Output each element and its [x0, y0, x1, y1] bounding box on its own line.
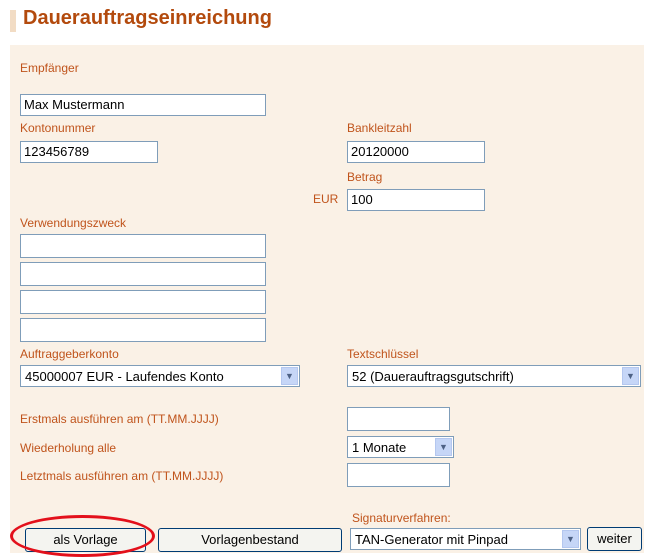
signaturverfahren-selected: TAN-Generator mit Pinpad: [355, 532, 508, 547]
bankleitzahl-label: Bankleitzahl: [347, 121, 412, 135]
chevron-down-icon[interactable]: ▼: [622, 367, 639, 385]
empfaenger-input[interactable]: Max Mustermann: [20, 94, 266, 116]
empfaenger-label: Empfänger: [20, 61, 79, 75]
verwendungszweck-input-2[interactable]: [20, 262, 266, 286]
auftraggeberkonto-select[interactable]: 45000007 EUR - Laufendes Konto ▼: [20, 365, 300, 387]
verwendungszweck-label: Verwendungszweck: [20, 216, 127, 230]
erstmals-input[interactable]: [347, 407, 450, 431]
textschluessel-label: Textschlüssel: [347, 347, 419, 361]
erstmals-label: Erstmals ausführen am (TT.MM.JJJJ): [20, 412, 219, 426]
weiter-button[interactable]: weiter: [587, 527, 642, 551]
signaturverfahren-label: Signaturverfahren:: [352, 511, 451, 525]
wiederholung-select[interactable]: 1 Monate ▼: [347, 436, 454, 458]
auftraggeberkonto-selected: 45000007 EUR - Laufendes Konto: [25, 369, 224, 384]
signaturverfahren-select[interactable]: TAN-Generator mit Pinpad ▼: [350, 528, 581, 550]
title-accent-bar: [10, 10, 16, 32]
vorlagenbestand-button[interactable]: Vorlagenbestand: [158, 528, 342, 552]
betrag-label: Betrag: [347, 170, 383, 184]
wiederholung-selected: 1 Monate: [352, 440, 407, 455]
kontonummer-label: Kontonummer: [20, 121, 96, 135]
verwendungszweck-input-1[interactable]: [20, 234, 266, 258]
verwendungszweck-input-3[interactable]: [20, 290, 266, 314]
textschluessel-selected: 52 (Dauerauftragsgutschrift): [352, 369, 514, 384]
betrag-currency: EUR: [313, 192, 339, 206]
letztmals-input[interactable]: [347, 463, 450, 487]
wiederholung-label: Wiederholung alle: [20, 441, 117, 455]
kontonummer-input[interactable]: 123456789: [20, 141, 158, 163]
chevron-down-icon[interactable]: ▼: [435, 438, 452, 456]
chevron-down-icon[interactable]: ▼: [281, 367, 298, 385]
highlight-ellipse: [10, 515, 155, 557]
auftraggeberkonto-label: Auftraggeberkonto: [20, 347, 119, 361]
page-title: Dauerauftragseinreichung: [23, 7, 272, 29]
textschluessel-select[interactable]: 52 (Dauerauftragsgutschrift) ▼: [347, 365, 641, 387]
betrag-input[interactable]: 100: [347, 189, 485, 211]
chevron-down-icon[interactable]: ▼: [562, 530, 579, 548]
verwendungszweck-input-4[interactable]: [20, 318, 266, 342]
letztmals-label: Letztmals ausführen am (TT.MM.JJJJ): [20, 469, 224, 483]
bankleitzahl-input[interactable]: 20120000: [347, 141, 485, 163]
